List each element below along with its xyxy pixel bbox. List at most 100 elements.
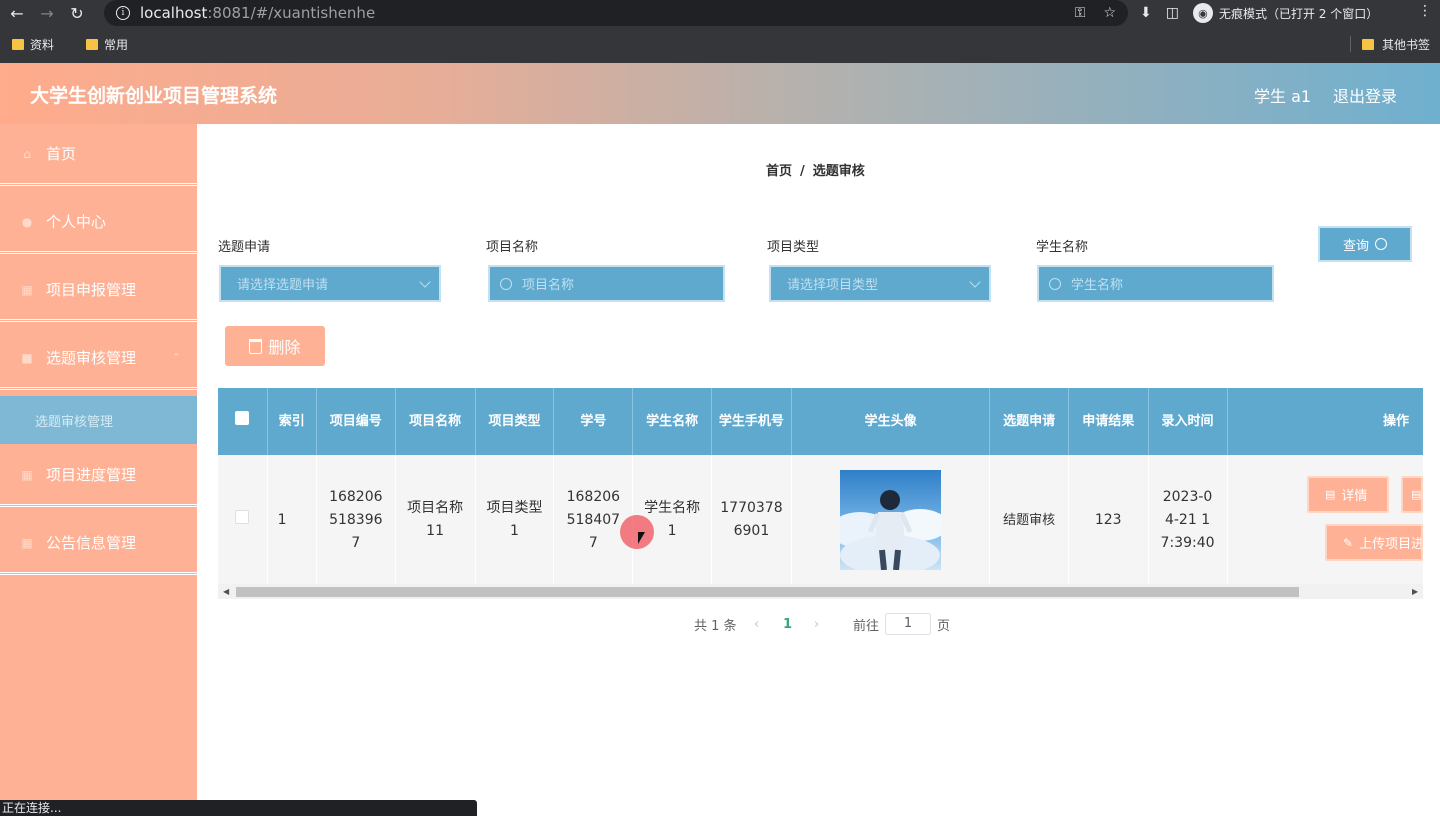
prev-page-icon[interactable]: ‹ <box>754 614 759 634</box>
delete-label: 删除 <box>268 338 301 357</box>
table-row[interactable]: 1 1682065183967 项目名称11 项目类型1 16820651840… <box>218 455 1423 585</box>
cell-phone: 17703786901 <box>711 455 792 585</box>
goto-label: 前往 <box>853 618 880 634</box>
forward-arrow-icon[interactable]: → <box>34 0 60 26</box>
url-path: :8081/#/xuantishenhe <box>207 4 376 22</box>
key-icon[interactable]: ⚿ <box>1075 5 1086 21</box>
student-avatar-image <box>840 470 942 570</box>
search-icon <box>500 277 512 290</box>
upload-progress-button[interactable]: ✎ 上传项目进 <box>1325 524 1423 561</box>
logout-link[interactable]: 退出登录 <box>1333 83 1397 107</box>
other-bookmarks[interactable]: 其他书签 <box>1362 30 1430 58</box>
breadcrumb-home[interactable]: 首页 <box>766 164 792 179</box>
user-icon: ● <box>21 214 33 229</box>
document-icon: ▤ <box>1325 488 1336 501</box>
mouse-cursor-icon <box>638 532 645 544</box>
row-checkbox[interactable] <box>235 509 250 524</box>
edit-icon: ▤ <box>1411 488 1422 501</box>
download-icon[interactable]: ⬇ <box>1140 5 1152 21</box>
detail-label: 详情 <box>1341 489 1368 504</box>
grid-icon: ▦ <box>21 535 33 550</box>
current-user: 学生 a1 <box>1254 87 1312 106</box>
pencil-icon: ✎ <box>1343 535 1354 550</box>
page-number-current[interactable]: 1 <box>783 614 792 634</box>
star-icon[interactable]: ☆ <box>1103 5 1116 21</box>
column-header: 操作 <box>1227 388 1423 455</box>
chevron-down-icon <box>969 276 981 288</box>
goto-page-input[interactable]: 1 <box>885 613 932 635</box>
query-button[interactable]: 查询 <box>1318 226 1412 262</box>
apply-select[interactable]: 请选择选题申请 <box>219 265 441 302</box>
grid-icon: ▦ <box>21 282 33 297</box>
grid-icon: ▦ <box>21 467 33 482</box>
column-header: 学号 <box>553 388 634 455</box>
cell-project-name: 项目名称11 <box>395 455 476 585</box>
breadcrumb: 首页 / 选题审核 <box>766 160 865 179</box>
filter-project-type-label: 项目类型 <box>767 240 820 255</box>
filter-apply-label: 选题申请 <box>218 240 271 255</box>
column-header: 项目编号 <box>316 388 396 455</box>
cell-result: 123 <box>1068 455 1149 585</box>
browser-chrome: ← → ↻ i localhost:8081/#/xuantishenhe ⚿ … <box>0 0 1440 63</box>
project-name-input[interactable]: 项目名称 <box>488 265 725 302</box>
site-info-icon[interactable]: i <box>116 6 130 20</box>
sidebar-item-topic-review[interactable]: ■ 选题审核管理 ⌃ <box>0 328 197 390</box>
reload-icon[interactable]: ↻ <box>64 0 90 26</box>
browser-toolbar: ⬇ ◫ ◉ 无痕模式（已打开 2 个窗口） <box>1140 0 1378 26</box>
back-arrow-icon[interactable]: ← <box>4 0 30 26</box>
bookmark-folder[interactable]: 常用 <box>86 36 128 53</box>
column-header: 索引 <box>267 388 317 455</box>
filter-project-name-label: 项目名称 <box>486 240 539 255</box>
bookmark-label: 资料 <box>30 37 55 52</box>
next-page-icon[interactable]: › <box>814 614 819 634</box>
project-type-select[interactable]: 请选择项目类型 <box>769 265 991 302</box>
bookmark-divider <box>1350 36 1351 52</box>
project-name-placeholder: 项目名称 <box>522 278 575 293</box>
table-header-row: 索引 项目编号 项目名称 项目类型 学号 学生名称 学生手机号 学生头像 选题申… <box>218 388 1423 455</box>
sidebar-item-progress[interactable]: ▦ 项目进度管理 <box>0 445 197 507</box>
folder-icon <box>86 38 99 50</box>
sidebar-subitem-label: 选题审核管理 <box>35 414 114 430</box>
detail-button[interactable]: ▤ 详情 <box>1307 476 1389 513</box>
bookmark-folder[interactable]: 资料 <box>12 36 54 53</box>
breadcrumb-current: 选题审核 <box>812 164 865 179</box>
cell-index: 1 <box>267 455 317 585</box>
column-header: 项目类型 <box>475 388 555 455</box>
row-select-cell <box>218 455 268 585</box>
apply-select-placeholder: 请选择选题申请 <box>237 278 329 293</box>
query-label: 查询 <box>1342 238 1369 254</box>
delete-button[interactable]: 删除 <box>225 326 325 366</box>
search-icon <box>1375 238 1387 250</box>
column-header: 项目名称 <box>395 388 476 455</box>
incognito-indicator[interactable]: ◉ 无痕模式（已打开 2 个窗口） <box>1192 3 1379 23</box>
edit-button-partial[interactable]: ▤ <box>1401 476 1423 513</box>
sidebar-subitem-topic-review[interactable]: 选题审核管理 <box>0 396 197 444</box>
cell-apply: 结题审核 <box>989 455 1069 585</box>
breadcrumb-separator: / <box>800 164 805 179</box>
sidepanel-icon[interactable]: ◫ <box>1166 5 1179 21</box>
scroll-left-icon[interactable]: ◀ <box>223 584 229 599</box>
sidebar-item-profile[interactable]: ● 个人中心 <box>0 192 197 254</box>
trash-icon <box>249 338 263 354</box>
select-all-checkbox[interactable] <box>235 411 250 425</box>
chevron-up-icon: ⌃ <box>171 351 181 364</box>
address-bar[interactable]: i localhost:8081/#/xuantishenhe ⚿ ☆ <box>104 0 1128 26</box>
sidebar-item-project-apply[interactable]: ▦ 项目申报管理 <box>0 260 197 322</box>
student-name-input[interactable]: 学生名称 <box>1037 265 1274 302</box>
scroll-right-icon[interactable]: ▶ <box>1412 584 1418 599</box>
column-header: 申请结果 <box>1068 388 1149 455</box>
cell-actions <box>1227 455 1423 585</box>
upload-label: 上传项目进 <box>1359 537 1423 552</box>
incognito-label: 无痕模式（已打开 2 个窗口） <box>1218 6 1379 21</box>
sidebar-item-home[interactable]: ⌂ 首页 <box>0 124 197 186</box>
cell-student-no: 1682065184077 <box>553 455 634 585</box>
sidebar: ⌂ 首页 ● 个人中心 ▦ 项目申报管理 ■ 选题审核管理 ⌃ 选题审核管理 ▦… <box>0 124 197 816</box>
sidebar-item-announcement[interactable]: ▦ 公告信息管理 <box>0 513 197 575</box>
scrollbar-thumb[interactable] <box>236 587 1299 597</box>
folder-icon <box>12 38 24 50</box>
pagination-goto: 前往 1 页 <box>853 613 950 635</box>
cell-project-type: 项目类型1 <box>475 455 555 585</box>
sidebar-item-label: 首页 <box>46 145 77 163</box>
menu-dots-icon[interactable]: ⋮ <box>1418 3 1432 19</box>
student-name-placeholder: 学生名称 <box>1071 278 1124 293</box>
